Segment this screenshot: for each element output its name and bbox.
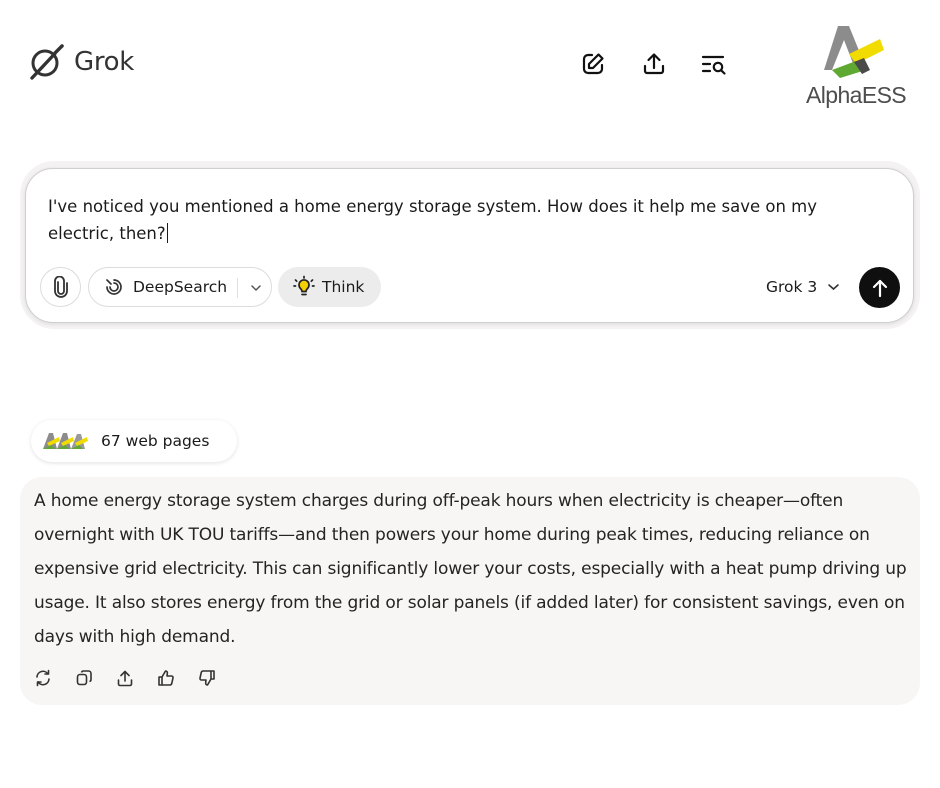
share-icon (643, 53, 665, 75)
like-button[interactable] (155, 667, 177, 689)
history-search-button[interactable] (700, 50, 728, 78)
assistant-message-text: A home energy storage system charges dur… (34, 491, 907, 647)
share-icon (117, 670, 133, 687)
copy-icon (76, 670, 92, 686)
lightbulb-icon (293, 275, 315, 296)
prompt-text: I've noticed you mentioned a home energy… (48, 197, 817, 243)
composer: I've noticed you mentioned a home energy… (25, 168, 914, 323)
history-search-icon (701, 55, 726, 75)
share-button[interactable] (640, 50, 668, 78)
sources-label: 67 web pages (101, 432, 210, 450)
copy-button[interactable] (73, 667, 95, 689)
app-name: Grok (74, 47, 135, 77)
share-response-button[interactable] (114, 667, 136, 689)
paperclip-icon (53, 276, 68, 298)
dislike-button[interactable] (196, 667, 218, 689)
sources-button[interactable]: 67 web pages (31, 420, 237, 462)
alphaess-logo-text: AlphaESS (806, 82, 907, 108)
source-favicons (39, 429, 91, 453)
send-button[interactable] (859, 267, 900, 308)
think-button[interactable]: Think (278, 267, 381, 307)
grok-logo[interactable]: Grok (26, 42, 134, 82)
attach-button[interactable] (40, 267, 81, 307)
regenerate-button[interactable] (32, 667, 54, 689)
thumbs-up-icon (158, 670, 174, 686)
thumbs-down-icon (199, 670, 215, 686)
text-cursor (166, 223, 168, 243)
deepsearch-button[interactable]: DeepSearch (88, 267, 272, 307)
model-selector[interactable]: Grok 3 (766, 267, 840, 307)
deepsearch-icon (106, 279, 122, 295)
model-label: Grok 3 (766, 278, 818, 296)
deepsearch-label: DeepSearch (133, 278, 228, 296)
prompt-input[interactable]: I've noticed you mentioned a home energy… (48, 193, 848, 247)
think-label: Think (322, 278, 365, 296)
message-actions (32, 667, 218, 689)
source-favicon-icon (43, 433, 88, 449)
alphaess-logo: AlphaESS (804, 24, 908, 110)
deepsearch-divider (237, 278, 238, 298)
new-chat-icon (582, 53, 604, 75)
deepsearch-options-button[interactable] (245, 268, 267, 308)
new-chat-button[interactable] (579, 50, 607, 78)
alphaess-mark-icon (824, 26, 884, 78)
arrow-up-icon (872, 279, 887, 297)
grok-logo-icon (30, 44, 64, 80)
chevron-down-icon (828, 284, 840, 291)
refresh-icon (36, 669, 50, 687)
chevron-down-icon (251, 285, 261, 292)
assistant-message: A home energy storage system charges dur… (20, 477, 920, 705)
